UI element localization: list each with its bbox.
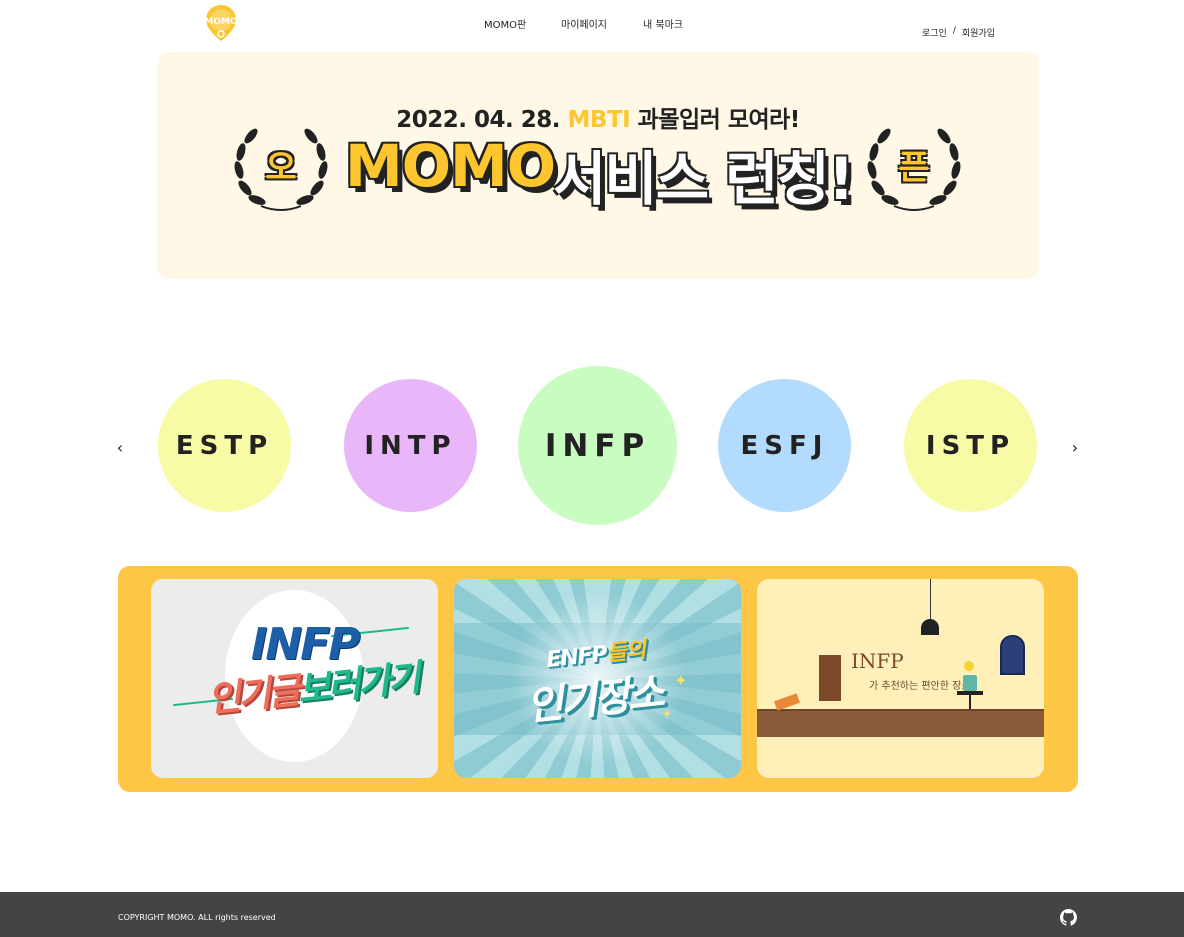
- mbti-carousel: ‹ ESTP INTP INFP ESFJ ISTP ›: [0, 360, 1184, 540]
- banner-headline: MOMO 서비스 런칭!: [345, 132, 854, 213]
- mbti-label: INTP: [364, 430, 457, 461]
- banner-date: 2022. 04. 28.: [396, 107, 560, 133]
- vase-icon: [963, 675, 977, 691]
- momo-logo[interactable]: MOMO: [204, 3, 238, 43]
- card-subtitle: 가 추천하는 편안한 장소: [869, 681, 971, 692]
- mbti-label: ISTP: [925, 430, 1016, 461]
- chevron-right-icon: ›: [1071, 438, 1079, 457]
- carousel-next-button[interactable]: ›: [1067, 438, 1083, 458]
- mbti-circle-infp[interactable]: INFP: [518, 366, 677, 525]
- mbti-circle-esfj[interactable]: ESFJ: [718, 379, 851, 512]
- mbti-label: INFP: [544, 427, 651, 464]
- login-link[interactable]: 로그인: [922, 26, 947, 39]
- logo-text: MOMO: [204, 17, 238, 27]
- auth-separator: /: [952, 26, 956, 36]
- sparkle-icon: ✦: [662, 707, 673, 721]
- page: MOMO MOMO판 마이페이지 내 북마크 로그인 / 회원가입 2022. …: [0, 0, 1184, 937]
- flower-icon: [964, 661, 974, 671]
- lamp-icon: [921, 619, 939, 635]
- banner-badge-left: 오: [265, 148, 297, 188]
- wooden-shelf: [757, 711, 1044, 737]
- laurel-wreath-left: 오: [231, 118, 331, 214]
- card-title-mbti: INFP: [851, 649, 904, 673]
- cabinet-icon: [819, 655, 841, 701]
- launch-banner: 2022. 04. 28. MBTI 과몰입러 모여라! 오 MOMO 서비스 …: [157, 52, 1039, 279]
- window-icon: [1000, 635, 1025, 675]
- mbti-label: ESFJ: [740, 430, 829, 461]
- banner-badge-right: 픈: [898, 148, 930, 188]
- github-link[interactable]: [1060, 909, 1077, 926]
- banner-mbti: MBTI: [567, 107, 631, 133]
- chevron-left-icon: ‹: [116, 438, 124, 457]
- mbti-circle-istp[interactable]: ISTP: [904, 379, 1037, 512]
- nav-bookmark[interactable]: 내 북마크: [643, 16, 683, 31]
- mbti-circle-intp[interactable]: INTP: [344, 379, 477, 512]
- footer: COPYRIGHT MOMO. ALL rights reserved: [0, 892, 1184, 937]
- banner-launch: 서비스 런칭!: [553, 145, 854, 213]
- logo-pin-icon: MOMO: [204, 5, 238, 41]
- card-popular-places[interactable]: ENFP들의 인기장소 ✦ ✦: [454, 579, 741, 778]
- carousel-prev-button[interactable]: ‹: [112, 438, 128, 458]
- mbti-circle-estp[interactable]: ESTP: [158, 379, 291, 512]
- signup-link[interactable]: 회원가입: [962, 26, 995, 39]
- banner-brand: MOMO: [345, 132, 556, 200]
- copyright-text: COPYRIGHT MOMO. ALL rights reserved: [118, 913, 276, 922]
- banner-tagline: 과몰입러 모여라!: [637, 107, 801, 133]
- lamp-cord: [930, 579, 931, 619]
- nav-mypage[interactable]: 마이페이지: [561, 16, 607, 31]
- nav-momo-board[interactable]: MOMO판: [484, 16, 526, 31]
- card-popular-posts[interactable]: INFP 인기글보러가기: [151, 579, 438, 778]
- card-title-sub-a: 인기글: [205, 670, 301, 721]
- auth-links: 로그인 / 회원가입: [922, 26, 995, 39]
- card-recommended-place[interactable]: INFP 가 추천하는 편안한 장소: [757, 579, 1044, 778]
- card-title-sub-b: 보러가기: [295, 657, 420, 712]
- github-icon: [1060, 909, 1077, 926]
- feature-cards: INFP 인기글보러가기 ENFP들의 인기장소 ✦ ✦ INFP 가 추천하는…: [118, 566, 1078, 792]
- header: MOMO MOMO판 마이페이지 내 북마크 로그인 / 회원가입: [0, 0, 1184, 48]
- mbti-label: ESTP: [175, 430, 274, 461]
- laurel-wreath-right: 픈: [864, 118, 964, 214]
- sparkle-icon: ✦: [674, 671, 688, 690]
